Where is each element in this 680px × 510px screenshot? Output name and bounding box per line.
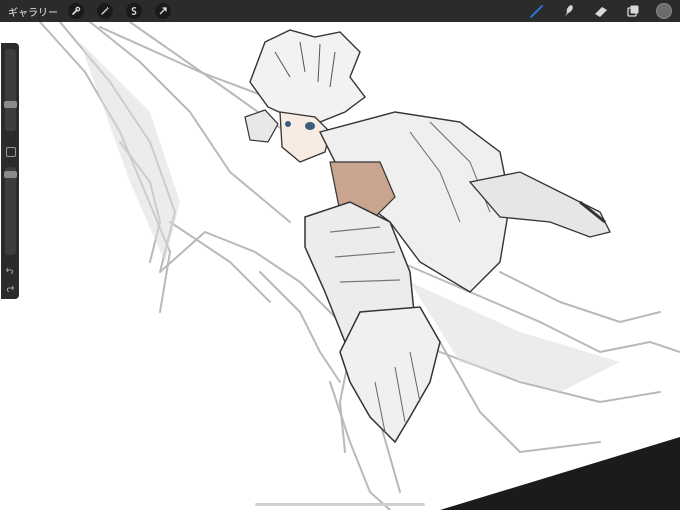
top-toolbar: ギャラリー: [0, 0, 680, 22]
brush-size-slider[interactable]: [4, 49, 17, 131]
layers-icon[interactable]: [624, 2, 642, 20]
modify-square-icon[interactable]: [6, 147, 16, 157]
smudge-icon[interactable]: [560, 2, 578, 20]
undo-icon[interactable]: [5, 265, 15, 275]
brush-icon[interactable]: [528, 2, 546, 20]
gallery-button[interactable]: ギャラリー: [8, 4, 58, 19]
home-indicator: [255, 503, 425, 506]
redo-icon[interactable]: [5, 283, 15, 293]
current-color-swatch[interactable]: [656, 3, 672, 19]
selection-icon[interactable]: [126, 3, 142, 19]
eraser-icon[interactable]: [592, 2, 610, 20]
left-sidebar: [1, 43, 19, 299]
right-tool-group: [514, 0, 672, 22]
wrench-icon[interactable]: [68, 3, 84, 19]
opacity-slider[interactable]: [4, 167, 17, 255]
drawing-canvas[interactable]: [0, 22, 680, 510]
opacity-handle[interactable]: [4, 171, 17, 178]
magic-wand-icon[interactable]: [97, 3, 113, 19]
brush-size-handle[interactable]: [4, 101, 17, 108]
transform-arrow-icon[interactable]: [155, 3, 171, 19]
